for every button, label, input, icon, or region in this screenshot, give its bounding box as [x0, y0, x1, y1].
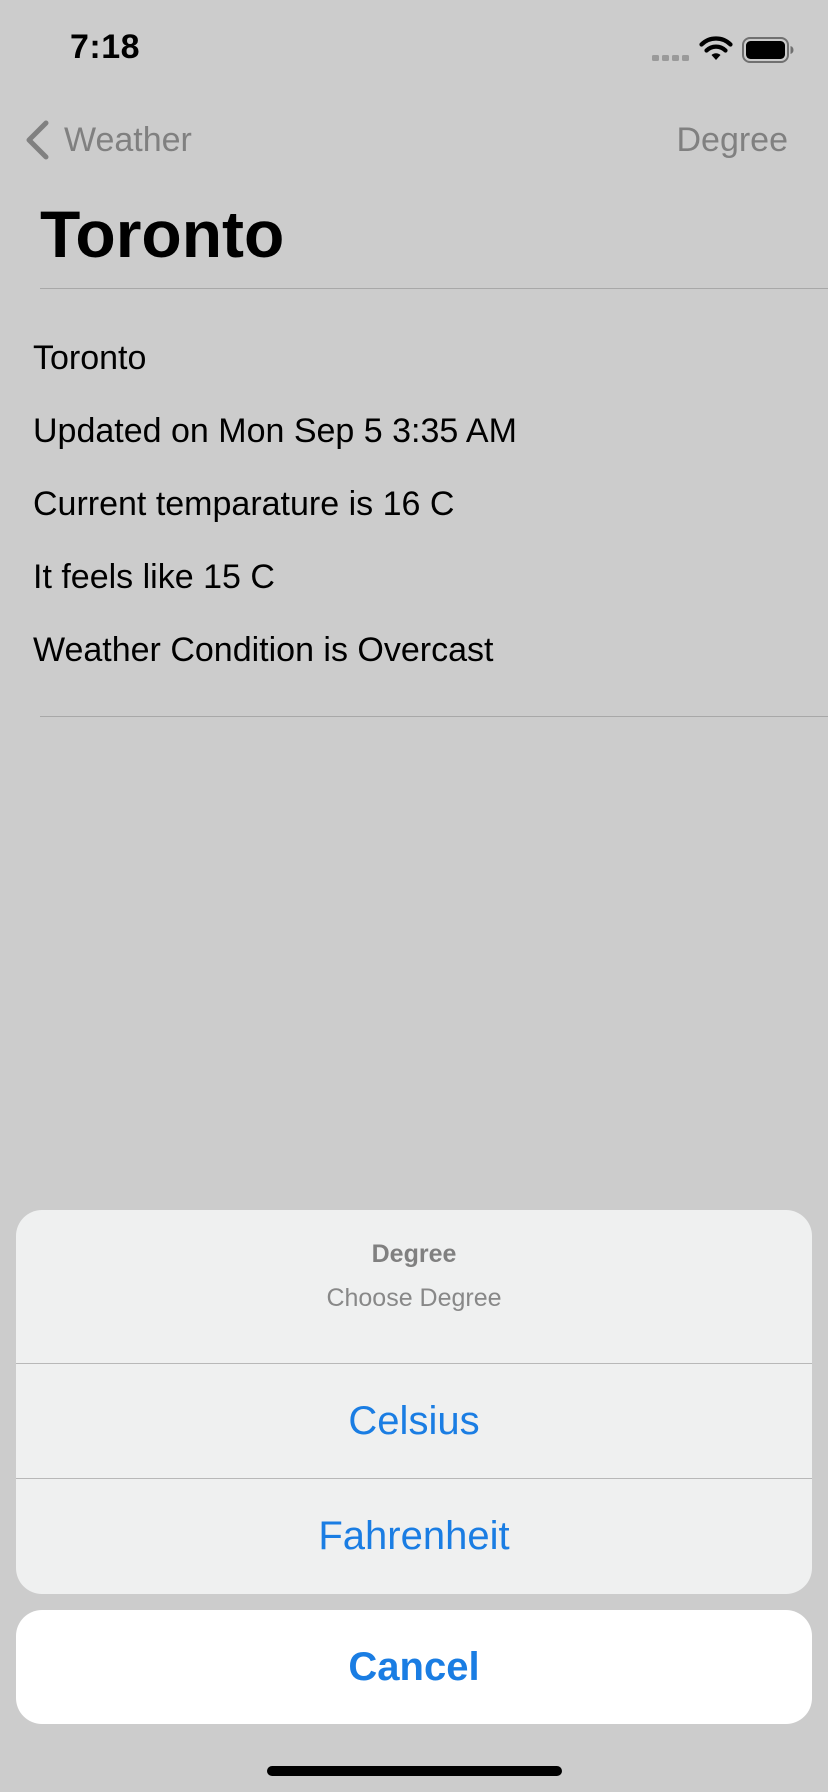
back-button-label: Weather	[64, 120, 192, 159]
divider	[40, 288, 828, 289]
info-condition: Weather Condition is Overcast	[33, 631, 494, 669]
action-sheet-message: Choose Degree	[326, 1284, 502, 1312]
home-indicator[interactable]	[267, 1766, 562, 1776]
divider	[40, 716, 828, 717]
action-sheet-header: Degree Choose Degree	[16, 1210, 812, 1364]
wifi-icon	[699, 36, 733, 60]
cellular-signal-icon	[652, 55, 689, 61]
page-title: Toronto	[40, 197, 285, 271]
info-city: Toronto	[33, 339, 147, 377]
degree-button[interactable]: Degree	[676, 118, 788, 162]
action-sheet-title: Degree	[371, 1240, 457, 1268]
info-updated: Updated on Mon Sep 5 3:35 AM	[33, 412, 517, 450]
info-temperature: Current temparature is 16 C	[33, 485, 455, 523]
weather-info-list: Toronto Updated on Mon Sep 5 3:35 AM Cur…	[33, 330, 517, 695]
status-time: 7:18	[70, 28, 141, 66]
back-button[interactable]: Weather	[24, 118, 192, 162]
chevron-left-icon	[26, 120, 49, 160]
battery-icon	[742, 37, 794, 63]
info-feels-like: It feels like 15 C	[33, 558, 275, 596]
celsius-button[interactable]: Celsius	[16, 1364, 812, 1478]
fahrenheit-button[interactable]: Fahrenheit	[16, 1479, 812, 1593]
status-bar: 7:18	[0, 0, 828, 96]
cancel-button[interactable]: Cancel	[16, 1610, 812, 1724]
action-sheet: Degree Choose Degree Celsius Fahrenheit	[16, 1210, 812, 1594]
